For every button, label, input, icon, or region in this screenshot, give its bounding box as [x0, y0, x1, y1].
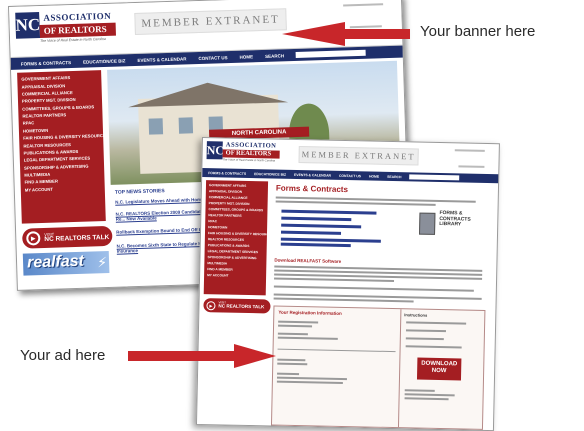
banner-callout: Your banner here: [420, 23, 536, 40]
ad-callout: Your ad here: [20, 347, 106, 364]
ad-arrow: [128, 344, 276, 368]
banner-arrow: [282, 22, 410, 46]
